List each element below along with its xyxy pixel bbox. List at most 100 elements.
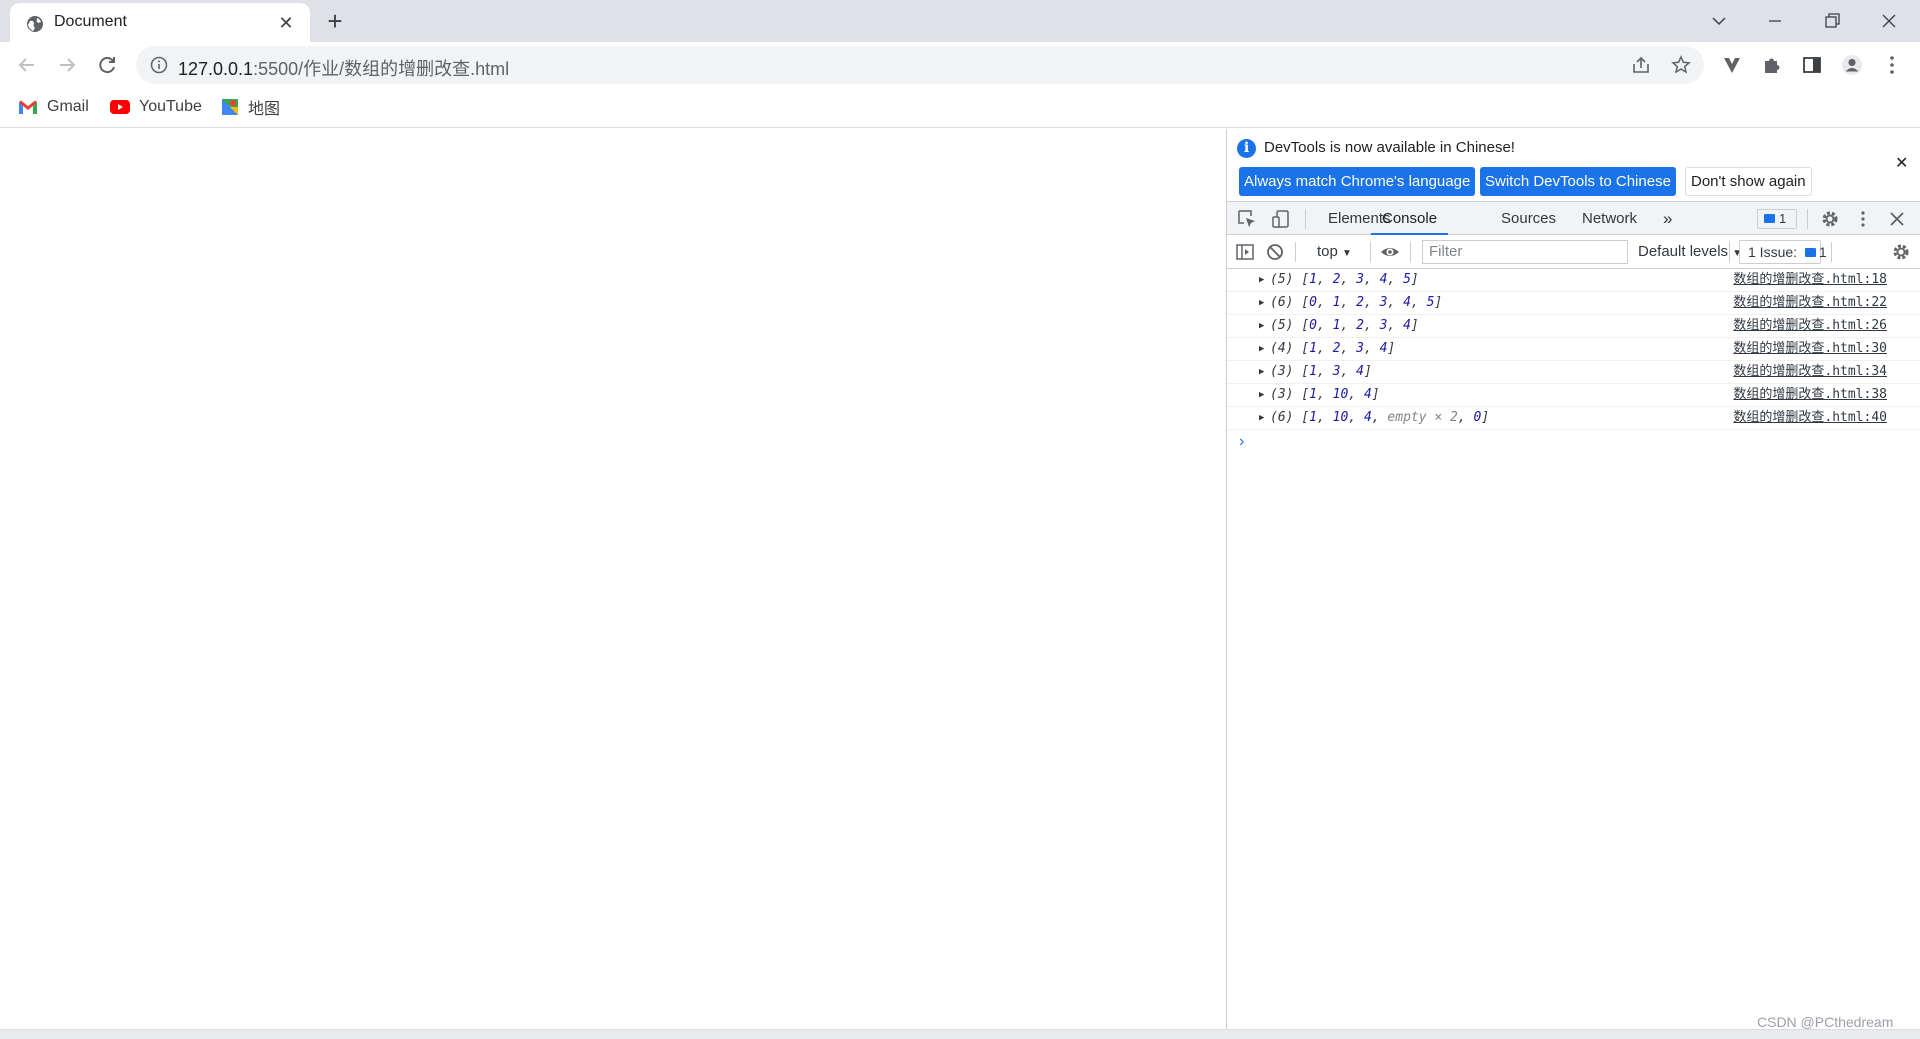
array-length: (3)	[1270, 364, 1302, 379]
kebab-menu-icon[interactable]	[1881, 54, 1903, 76]
inspect-element-icon[interactable]	[1236, 208, 1258, 230]
switch-to-chinese-button[interactable]: Switch DevTools to Chinese	[1480, 167, 1676, 196]
array-element: 1	[1309, 272, 1317, 287]
console-toolbar: top ▼ Filter Default levels ▼ 1 Issue: 1	[1227, 235, 1920, 269]
divider	[1370, 242, 1371, 262]
taskbar-strip	[0, 1029, 1920, 1039]
console-prompt[interactable]: ›	[1239, 433, 1244, 451]
array-element: 3	[1379, 318, 1388, 333]
bookmark-gmail[interactable]: Gmail	[18, 96, 89, 118]
close-icon[interactable]	[1874, 6, 1904, 36]
console-log-row[interactable]: ▶ (4) [1, 2, 3, 4] 数组的增删改查.html:30	[1227, 338, 1920, 361]
browser-toolbar: 127.0.0.1:5500/作业/数组的增删改查.html	[0, 42, 1920, 88]
source-link[interactable]: 数组的增删改查.html:18	[1733, 269, 1887, 291]
source-link[interactable]: 数组的增删改查.html:34	[1733, 361, 1887, 383]
sidebar-toggle-icon[interactable]	[1234, 241, 1256, 263]
array-element: 2	[1356, 318, 1364, 333]
tab-network[interactable]: Network	[1582, 202, 1637, 235]
array-length: (6)	[1270, 295, 1302, 310]
bookmark-youtube[interactable]: YouTube	[110, 96, 202, 118]
watermark: CSDN @PCthedream	[1757, 1014, 1894, 1030]
close-devtools-icon[interactable]	[1886, 208, 1908, 230]
dont-show-again-button[interactable]: Don't show again	[1685, 167, 1812, 196]
array-element: 1	[1332, 318, 1341, 333]
plus-icon[interactable]: +	[322, 8, 348, 35]
log-array-preview: (3) [1, 10, 4]	[1270, 387, 1380, 402]
close-icon[interactable]: ✕	[1895, 153, 1908, 173]
star-icon[interactable]	[1670, 54, 1692, 76]
console-settings-gear-icon[interactable]	[1890, 241, 1912, 263]
array-element: 3	[1356, 341, 1364, 356]
tab-sources[interactable]: Sources	[1501, 202, 1556, 235]
bookmarks-bar: Gmail YouTube 地图	[0, 88, 1920, 128]
clear-console-icon[interactable]	[1264, 241, 1286, 263]
console-log-row[interactable]: ▶ (5) [1, 2, 3, 4, 5] 数组的增删改查.html:18	[1227, 269, 1920, 292]
array-element: 3	[1356, 272, 1364, 287]
url-text[interactable]: 127.0.0.1:5500/作业/数组的增删改查.html	[178, 55, 509, 81]
device-toolbar-icon[interactable]	[1270, 208, 1292, 230]
divider	[1295, 242, 1296, 262]
message-icon	[1804, 248, 1816, 257]
profile-avatar-icon[interactable]	[1841, 54, 1863, 76]
page-viewport[interactable]	[0, 129, 1226, 1029]
bookmark-label: YouTube	[139, 98, 202, 115]
puzzle-icon[interactable]	[1761, 54, 1783, 76]
expand-triangle-icon[interactable]: ▶	[1259, 407, 1264, 429]
context-label: top	[1317, 243, 1338, 260]
array-element: 4	[1363, 410, 1372, 425]
issues-count: 1	[1779, 211, 1787, 226]
array-length: (3)	[1270, 387, 1302, 402]
info-icon[interactable]	[150, 56, 168, 74]
expand-triangle-icon[interactable]: ▶	[1259, 361, 1264, 383]
array-element: 4	[1403, 295, 1411, 310]
expand-triangle-icon[interactable]: ▶	[1259, 315, 1264, 337]
more-tabs-chevron-icon[interactable]: »	[1663, 202, 1672, 235]
devtools-tab-bar: Elements Console Sources Network » 1	[1227, 201, 1920, 235]
kebab-menu-icon[interactable]	[1852, 208, 1874, 230]
minimize-icon[interactable]	[1760, 6, 1790, 36]
issues-button[interactable]: 1 Issue: 1	[1739, 240, 1827, 264]
address-bar[interactable]: 127.0.0.1:5500/作业/数组的增删改查.html	[136, 46, 1704, 84]
array-element: 10	[1332, 410, 1349, 425]
issues-counter-badge[interactable]: 1	[1757, 209, 1797, 229]
console-log-row[interactable]: ▶ (3) [1, 10, 4] 数组的增删改查.html:38	[1227, 384, 1920, 407]
console-log-row[interactable]: ▶ (6) [1, 10, 4, empty × 2, 0] 数组的增删改查.htm…	[1227, 407, 1920, 430]
log-levels-dropdown[interactable]: Default levels ▼	[1638, 235, 1742, 268]
back-arrow-icon[interactable]	[12, 50, 42, 80]
share-icon[interactable]	[1630, 54, 1652, 76]
console-log-row[interactable]: ▶ (3) [1, 3, 4] 数组的增删改查.html:34	[1227, 361, 1920, 384]
expand-triangle-icon[interactable]: ▶	[1259, 338, 1264, 360]
console-log-row[interactable]: ▶ (5) [0, 1, 2, 3, 4] 数组的增删改查.html:26	[1227, 315, 1920, 338]
array-element: 0	[1473, 410, 1482, 425]
bookmark-maps[interactable]: 地图	[221, 96, 280, 118]
browser-tab[interactable]: Document ✕	[10, 3, 310, 42]
array-length: (4)	[1270, 341, 1302, 356]
source-link[interactable]: 数组的增删改查.html:40	[1733, 407, 1887, 429]
filter-input[interactable]: Filter	[1422, 240, 1628, 264]
source-link[interactable]: 数组的增删改查.html:30	[1733, 338, 1887, 360]
console-log-row[interactable]: ▶ (6) [0, 1, 2, 3, 4, 5] 数组的增删改查.html:22	[1227, 292, 1920, 315]
eye-icon[interactable]	[1379, 241, 1401, 263]
always-match-language-button[interactable]: Always match Chrome's language	[1239, 167, 1476, 196]
restore-icon[interactable]	[1817, 6, 1847, 36]
expand-triangle-icon[interactable]: ▶	[1259, 384, 1264, 406]
expand-triangle-icon[interactable]: ▶	[1259, 292, 1264, 314]
source-link[interactable]: 数组的增删改查.html:38	[1733, 384, 1887, 406]
forward-arrow-icon[interactable]	[52, 50, 82, 80]
side-panel-icon[interactable]	[1801, 54, 1823, 76]
reload-icon[interactable]	[92, 50, 122, 80]
tab-console[interactable]: Console	[1371, 202, 1449, 235]
source-link[interactable]: 数组的增删改查.html:22	[1733, 292, 1887, 314]
gmail-icon	[19, 100, 37, 114]
divider	[1410, 242, 1411, 262]
log-array-preview: (5) [0, 1, 2, 3, 4]	[1270, 318, 1419, 333]
gear-icon[interactable]	[1819, 208, 1841, 230]
chevron-down-icon[interactable]	[1704, 6, 1734, 36]
array-element: 1	[1309, 341, 1317, 356]
expand-triangle-icon[interactable]: ▶	[1259, 269, 1264, 291]
info-icon: i	[1237, 139, 1256, 158]
source-link[interactable]: 数组的增删改查.html:26	[1733, 315, 1887, 337]
close-icon[interactable]: ✕	[276, 13, 296, 33]
extension-v-icon[interactable]	[1721, 54, 1743, 76]
context-selector[interactable]: top ▼	[1317, 235, 1352, 268]
